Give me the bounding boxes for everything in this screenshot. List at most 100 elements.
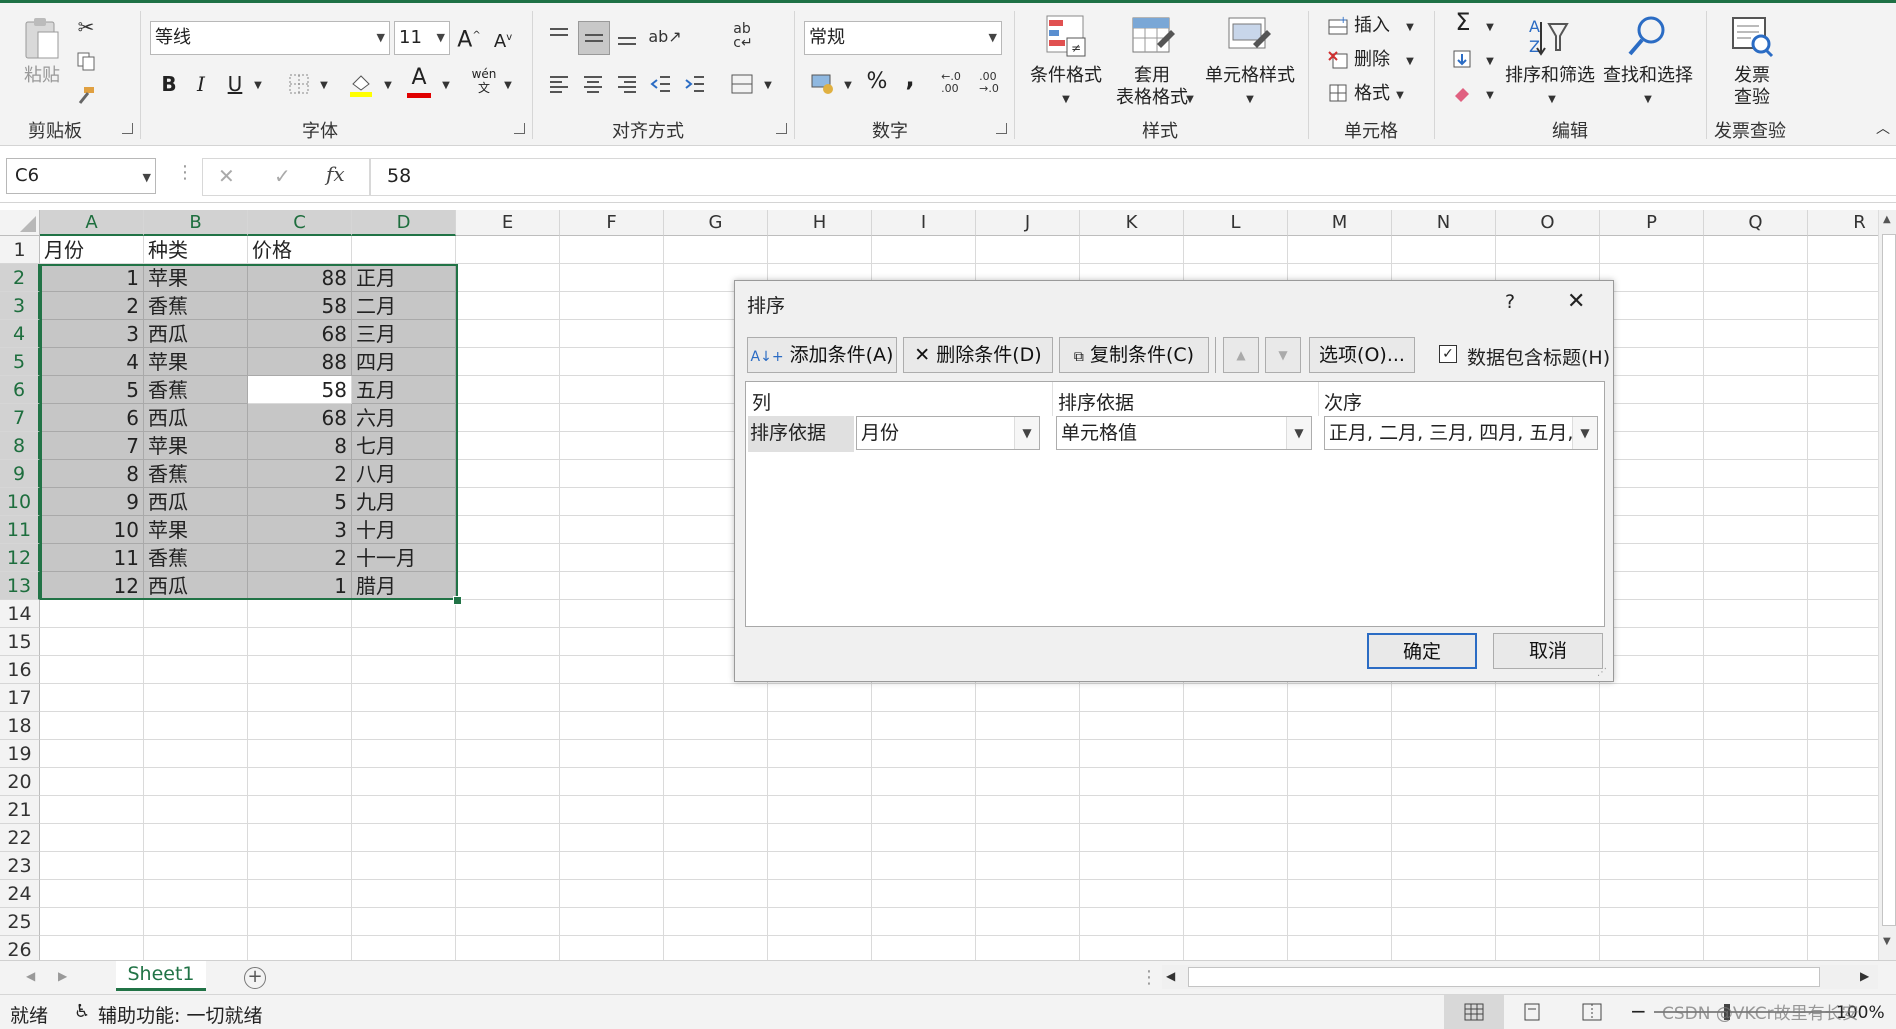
- cut-icon[interactable]: ✂: [74, 15, 98, 39]
- cell-d1[interactable]: [352, 236, 456, 264]
- cell-h24[interactable]: [768, 880, 872, 908]
- name-box[interactable]: C6 ▼: [6, 158, 156, 194]
- cell-e5[interactable]: [456, 348, 560, 376]
- cell-k21[interactable]: [1080, 796, 1184, 824]
- cell-c22[interactable]: [248, 824, 352, 852]
- cell-f23[interactable]: [560, 852, 664, 880]
- chevron-down-icon[interactable]: ▼: [502, 79, 514, 91]
- cell-f2[interactable]: [560, 264, 664, 292]
- copy-condition-button[interactable]: ⧉ 复制条件(C): [1059, 337, 1209, 373]
- cell-f1[interactable]: [560, 236, 664, 264]
- cell-p16[interactable]: [1600, 656, 1704, 684]
- column-header-d[interactable]: D: [352, 210, 456, 236]
- cell-f24[interactable]: [560, 880, 664, 908]
- row-header-9[interactable]: 9: [0, 460, 40, 488]
- next-sheet-icon[interactable]: ▶: [58, 969, 67, 983]
- cell-a5[interactable]: 4: [40, 348, 144, 376]
- cell-g18[interactable]: [664, 712, 768, 740]
- format-cells-button[interactable]: 格式: [1354, 83, 1394, 105]
- italic-button[interactable]: I: [188, 73, 214, 95]
- cell-a25[interactable]: [40, 908, 144, 936]
- cell-i21[interactable]: [872, 796, 976, 824]
- underline-button[interactable]: U: [222, 73, 248, 95]
- insert-function-icon[interactable]: fx: [326, 162, 345, 186]
- cell-d8[interactable]: 七月: [352, 432, 456, 460]
- cell-q20[interactable]: [1704, 768, 1808, 796]
- cell-a14[interactable]: [40, 600, 144, 628]
- cell-g25[interactable]: [664, 908, 768, 936]
- cell-f14[interactable]: [560, 600, 664, 628]
- cell-f15[interactable]: [560, 628, 664, 656]
- normal-view-button[interactable]: [1444, 995, 1504, 1029]
- cell-d13[interactable]: 腊月: [352, 572, 456, 600]
- cell-j17[interactable]: [976, 684, 1080, 712]
- cell-a16[interactable]: [40, 656, 144, 684]
- cell-q2[interactable]: [1704, 264, 1808, 292]
- cell-h1[interactable]: [768, 236, 872, 264]
- cell-p10[interactable]: [1600, 488, 1704, 516]
- cell-d5[interactable]: 四月: [352, 348, 456, 376]
- row-header-21[interactable]: 21: [0, 796, 40, 824]
- cell-o22[interactable]: [1496, 824, 1600, 852]
- cell-d7[interactable]: 六月: [352, 404, 456, 432]
- cell-e2[interactable]: [456, 264, 560, 292]
- cell-i25[interactable]: [872, 908, 976, 936]
- cell-h21[interactable]: [768, 796, 872, 824]
- cell-c11[interactable]: 3: [248, 516, 352, 544]
- chevron-down-icon[interactable]: ▼: [318, 79, 330, 91]
- cell-p25[interactable]: [1600, 908, 1704, 936]
- cell-g22[interactable]: [664, 824, 768, 852]
- cell-l18[interactable]: [1184, 712, 1288, 740]
- column-header-o[interactable]: O: [1496, 210, 1600, 236]
- row-header-6[interactable]: 6: [0, 376, 40, 404]
- cell-q12[interactable]: [1704, 544, 1808, 572]
- cell-a22[interactable]: [40, 824, 144, 852]
- copy-icon[interactable]: [74, 49, 98, 73]
- cell-k20[interactable]: [1080, 768, 1184, 796]
- cell-d12[interactable]: 十一月: [352, 544, 456, 572]
- row-header-13[interactable]: 13: [0, 572, 40, 600]
- cell-k19[interactable]: [1080, 740, 1184, 768]
- row-header-19[interactable]: 19: [0, 740, 40, 768]
- cell-j18[interactable]: [976, 712, 1080, 740]
- cell-j21[interactable]: [976, 796, 1080, 824]
- cell-a15[interactable]: [40, 628, 144, 656]
- cell-i23[interactable]: [872, 852, 976, 880]
- chevron-down-icon[interactable]: ▼: [1484, 21, 1496, 33]
- vertical-scrollbar[interactable]: ▲ ▼: [1878, 210, 1896, 960]
- cell-f21[interactable]: [560, 796, 664, 824]
- cell-m1[interactable]: [1288, 236, 1392, 264]
- row-header-22[interactable]: 22: [0, 824, 40, 852]
- cell-a9[interactable]: 8: [40, 460, 144, 488]
- cell-q14[interactable]: [1704, 600, 1808, 628]
- cell-e17[interactable]: [456, 684, 560, 712]
- cell-a20[interactable]: [40, 768, 144, 796]
- cell-p9[interactable]: [1600, 460, 1704, 488]
- cell-o23[interactable]: [1496, 852, 1600, 880]
- cell-f9[interactable]: [560, 460, 664, 488]
- page-break-view-icon[interactable]: [1582, 1003, 1602, 1026]
- cell-l24[interactable]: [1184, 880, 1288, 908]
- cell-a19[interactable]: [40, 740, 144, 768]
- cell-b10[interactable]: 西瓜: [144, 488, 248, 516]
- cell-a1[interactable]: 月份: [40, 236, 144, 264]
- cell-n17[interactable]: [1392, 684, 1496, 712]
- align-bottom-icon[interactable]: [614, 23, 640, 49]
- cell-f16[interactable]: [560, 656, 664, 684]
- cell-b2[interactable]: 苹果: [144, 264, 248, 292]
- cell-p1[interactable]: [1600, 236, 1704, 264]
- cell-n19[interactable]: [1392, 740, 1496, 768]
- sort-on-select[interactable]: 单元格值 ▼: [1056, 416, 1312, 450]
- delete-cells-button[interactable]: 删除: [1354, 49, 1394, 71]
- column-header-p[interactable]: P: [1600, 210, 1704, 236]
- cell-b12[interactable]: 香蕉: [144, 544, 248, 572]
- row-header-7[interactable]: 7: [0, 404, 40, 432]
- move-down-button[interactable]: ▼: [1265, 337, 1301, 373]
- border-icon[interactable]: [286, 71, 312, 97]
- font-size-select[interactable]: 11 ▼: [394, 21, 450, 55]
- column-header-a[interactable]: A: [40, 210, 144, 236]
- cell-q3[interactable]: [1704, 292, 1808, 320]
- cell-e9[interactable]: [456, 460, 560, 488]
- cell-o21[interactable]: [1496, 796, 1600, 824]
- grow-font-button[interactable]: A^: [456, 25, 482, 51]
